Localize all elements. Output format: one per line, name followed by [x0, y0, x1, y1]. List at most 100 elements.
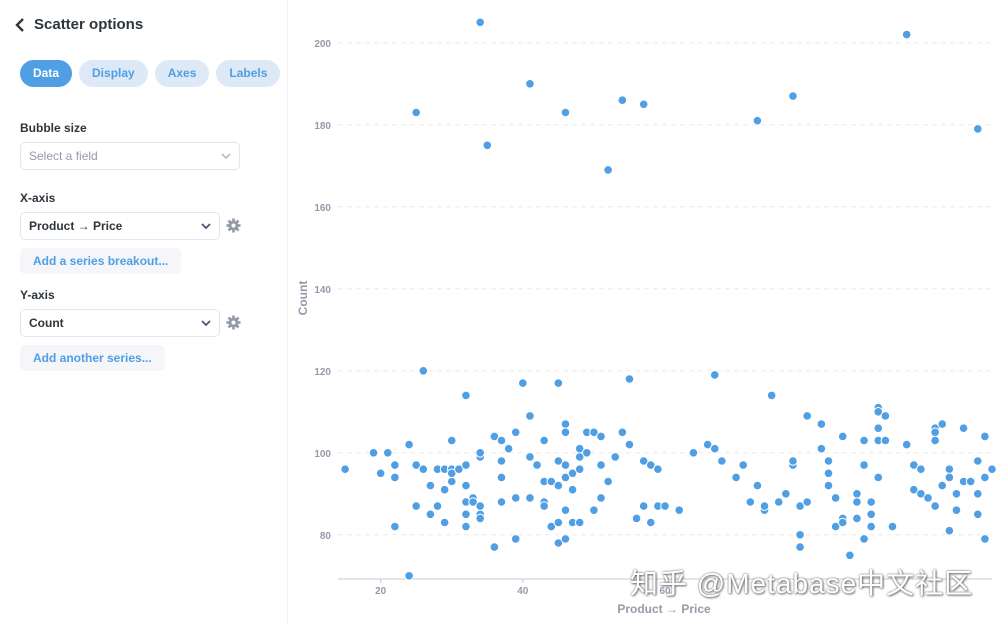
data-point	[510, 534, 521, 544]
data-point	[674, 505, 685, 516]
bubble-size-placeholder: Select a field	[29, 149, 98, 163]
y-tick-label: 140	[314, 285, 331, 296]
data-point	[461, 390, 471, 401]
scatter-chart: 80 100 120 140 160 180 200 20 40 60 Count Produc…	[296, 17, 997, 616]
data-point	[596, 460, 606, 470]
data-point	[937, 480, 948, 491]
data-point	[404, 439, 414, 450]
data-point	[823, 456, 834, 466]
data-point	[610, 452, 621, 462]
data-point	[880, 435, 891, 446]
data-point	[802, 411, 812, 421]
data-point	[781, 489, 791, 499]
gear-icon[interactable]	[226, 315, 241, 330]
panel-title: Scatter options	[34, 16, 144, 33]
data-point	[965, 476, 976, 487]
data-point	[510, 493, 521, 503]
tab-axes[interactable]: Axes	[154, 60, 210, 87]
data-point	[859, 435, 869, 446]
data-point	[759, 501, 770, 511]
data-point	[795, 530, 805, 540]
data-point	[574, 464, 585, 475]
add-series-breakout-button[interactable]: Add a series breakout...	[20, 248, 182, 274]
data-point	[866, 497, 876, 507]
data-point	[525, 452, 535, 462]
data-point	[788, 456, 798, 466]
data-point	[980, 472, 990, 483]
x-axis-label: X-axis	[20, 191, 56, 205]
data-point	[525, 411, 535, 421]
data-point	[382, 448, 393, 458]
data-point	[788, 91, 798, 101]
data-point	[773, 497, 784, 507]
data-point	[795, 542, 805, 552]
data-point	[972, 489, 983, 499]
data-point	[638, 99, 649, 110]
x-axis-select[interactable]: Product → Price	[20, 212, 220, 240]
data-point	[446, 435, 457, 446]
bubble-size-select[interactable]: Select a field	[20, 142, 240, 170]
data-point	[624, 374, 635, 384]
data-point	[752, 115, 763, 126]
data-point	[731, 472, 741, 483]
y-axis-label: Y-axis	[20, 288, 55, 302]
data-point	[617, 95, 628, 105]
data-point	[596, 493, 606, 503]
data-point	[560, 427, 571, 438]
data-point	[951, 505, 962, 516]
data-point	[461, 521, 471, 532]
data-point	[944, 525, 955, 536]
data-point	[752, 480, 763, 491]
bubble-size-label: Bubble size	[20, 121, 87, 135]
data-point	[475, 513, 485, 524]
tab-labels[interactable]: Labels	[216, 60, 281, 87]
y-tick-label: 200	[314, 39, 331, 50]
data-point	[837, 431, 848, 442]
data-point	[496, 456, 507, 466]
data-point	[987, 464, 997, 475]
tab-data[interactable]: Data	[20, 60, 73, 87]
data-point	[901, 29, 912, 40]
chevron-left-icon	[15, 17, 24, 32]
data-point	[873, 423, 884, 434]
x-axis-value: Product → Price	[29, 219, 123, 233]
data-point	[823, 480, 834, 491]
data-point	[439, 484, 450, 495]
data-point	[539, 435, 549, 446]
data-point	[368, 448, 379, 458]
data-point	[503, 443, 514, 454]
data-point	[930, 501, 940, 511]
data-point	[553, 480, 564, 491]
data-point	[845, 550, 855, 561]
tab-display[interactable]: Display	[79, 60, 148, 87]
data-point	[418, 366, 429, 376]
data-point	[525, 493, 535, 503]
data-point	[603, 476, 613, 487]
data-point	[660, 501, 670, 511]
add-another-series-button[interactable]: Add another series...	[20, 345, 165, 371]
y-tick-label: 120	[314, 367, 331, 378]
data-point	[816, 443, 827, 454]
data-point	[709, 370, 720, 380]
y-tick-label: 80	[320, 531, 332, 542]
data-point	[688, 448, 699, 458]
x-tick-label: 20	[375, 586, 387, 597]
data-point	[589, 505, 599, 516]
data-point	[866, 509, 876, 520]
data-point	[461, 480, 471, 491]
sidebar: Scatter options Data Display Axes Labels…	[0, 0, 288, 624]
data-point	[390, 472, 400, 483]
data-point	[461, 509, 471, 520]
chevron-down-icon	[201, 223, 211, 229]
y-axis-select[interactable]: Count	[20, 309, 220, 337]
data-point	[709, 443, 720, 454]
data-point	[830, 493, 841, 503]
data-point	[624, 439, 635, 450]
data-point	[539, 501, 549, 511]
data-point	[951, 489, 962, 499]
data-point	[823, 468, 834, 479]
back-button[interactable]: Scatter options	[14, 16, 143, 33]
data-point	[717, 456, 727, 466]
data-point	[475, 448, 485, 458]
gear-icon[interactable]	[226, 218, 241, 233]
